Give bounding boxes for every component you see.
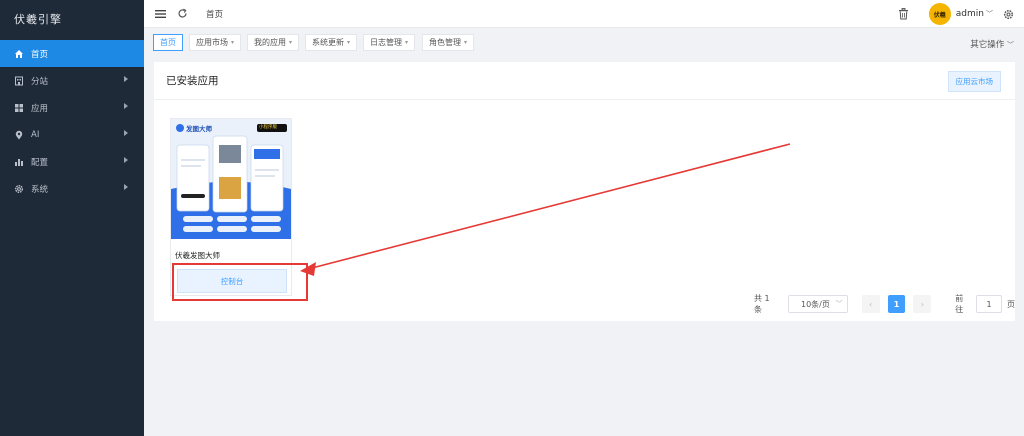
refresh-icon[interactable]	[176, 8, 188, 20]
installed-apps-panel: 已安装应用 应用云市场 发图大师 小程序版 伏羲发图大师 控制台 共 1 条 1…	[154, 62, 1015, 321]
panel-title: 已安装应用	[166, 75, 219, 87]
pagination: 共 1 条 10条/页 ﹀ ‹ 1 › 前往 1 页	[754, 294, 1016, 314]
sidebar-item-substation[interactable]: 分站	[0, 67, 144, 94]
sidebar-item-home[interactable]: 首页	[0, 40, 144, 67]
chevron-right-icon	[124, 76, 128, 82]
sidebar-item-config[interactable]: 配置	[0, 148, 144, 175]
caret-down-icon: ▾	[347, 39, 351, 46]
other-ops-label: 其它操作	[970, 40, 1005, 50]
breadcrumb: 首页	[206, 9, 224, 20]
location-icon	[14, 130, 24, 140]
caret-down-icon: ▾	[289, 39, 293, 46]
pagination-total: 共 1 条	[754, 294, 770, 314]
menu-icon[interactable]	[154, 8, 166, 20]
tab-label: 应用市场	[196, 38, 228, 47]
other-operations-dropdown[interactable]: 其它操作 ﹀	[970, 38, 1014, 50]
sidebar: 伏羲引擎 首页 分站 应用 AI 配置 系统	[0, 0, 144, 436]
home-icon	[14, 49, 24, 59]
topbar-right: 伏羲 admin ﹀	[898, 3, 1014, 25]
tab-log-management[interactable]: 日志管理 ▾	[363, 34, 416, 51]
chevron-right-icon	[124, 103, 128, 109]
panel-header: 已安装应用	[154, 62, 1015, 100]
tab-label: 日志管理	[370, 38, 402, 47]
username[interactable]: admin	[956, 9, 984, 19]
avatar[interactable]: 伏羲	[928, 3, 951, 25]
topbar: 首页 伏羲 admin ﹀	[144, 0, 1024, 28]
tabbar: 首页 应用市场 ▾ 我的应用 ▾ 系统更新 ▾ 日志管理 ▾ 角色管理 ▾ 其它操作 ﹀	[144, 28, 1024, 58]
gear-icon	[14, 184, 24, 194]
app-name: 伏羲发图大师	[175, 251, 220, 260]
thumb-badge: 小程序版	[259, 125, 277, 130]
sidebar-item-label: 分站	[31, 76, 49, 87]
sidebar-item-ai[interactable]: AI	[0, 121, 144, 148]
tab-app-market[interactable]: 应用市场 ▾	[189, 34, 242, 51]
tab-home[interactable]: 首页	[153, 34, 183, 51]
chevron-down-icon[interactable]: ﹀	[986, 9, 993, 19]
chevron-right-icon	[124, 130, 128, 136]
goto-page-input[interactable]: 1	[976, 295, 1003, 313]
tab-label: 角色管理	[429, 38, 461, 47]
page-suffix: 页	[1007, 299, 1016, 309]
page-size-select[interactable]: 10条/页 ﹀	[788, 295, 848, 313]
tab-label: 我的应用	[254, 38, 286, 47]
tab-label: 系统更新	[312, 38, 344, 47]
thumb-title: 发图大师	[186, 125, 212, 133]
caret-down-icon: ▾	[231, 39, 235, 46]
sidebar-item-label: 配置	[31, 157, 49, 168]
bar-chart-icon	[14, 157, 24, 167]
next-page-button[interactable]: ›	[913, 295, 932, 313]
grid-icon	[14, 103, 24, 113]
app-cloud-market-button[interactable]: 应用云市场	[947, 71, 1001, 92]
sidebar-item-system[interactable]: 系统	[0, 175, 144, 202]
brand-title: 伏羲引擎	[14, 13, 62, 26]
settings-icon[interactable]	[1003, 9, 1014, 20]
trash-icon[interactable]	[898, 8, 909, 20]
sidebar-item-apps[interactable]: 应用	[0, 94, 144, 121]
tab-system-update[interactable]: 系统更新 ▾	[305, 34, 358, 51]
app-thumbnail-graphic	[171, 119, 291, 239]
goto-label: 前往	[955, 294, 964, 314]
chevron-down-icon: ﹀	[1007, 41, 1014, 49]
sidebar-item-label: 首页	[31, 49, 49, 60]
sidebar-item-label: AI	[31, 129, 40, 140]
sidebar-item-label: 系统	[31, 184, 49, 195]
chevron-down-icon: ﹀	[835, 300, 843, 308]
chevron-right-icon	[124, 157, 128, 163]
app-thumbnail[interactable]: 发图大师 小程序版	[171, 119, 291, 239]
chevron-right-icon	[124, 184, 128, 190]
sidebar-item-label: 应用	[31, 103, 49, 114]
annotation-highlight-box	[172, 263, 308, 301]
tab-role-management[interactable]: 角色管理 ▾	[422, 34, 475, 51]
building-icon	[14, 76, 24, 86]
caret-down-icon: ▾	[464, 39, 468, 46]
page-size-value: 10条/页	[801, 299, 830, 309]
tab-label: 首页	[160, 38, 176, 47]
tab-my-apps[interactable]: 我的应用 ▾	[247, 34, 300, 51]
caret-down-icon: ▾	[405, 39, 409, 46]
page-number-button[interactable]: 1	[887, 295, 906, 313]
prev-page-button[interactable]: ‹	[861, 295, 880, 313]
